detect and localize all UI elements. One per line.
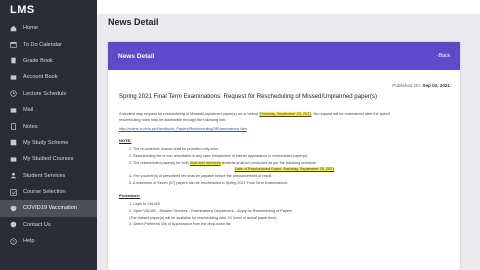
shield-icon bbox=[10, 205, 17, 212]
wallet-icon bbox=[10, 74, 17, 81]
sidebar-item-notes[interactable]: Notes bbox=[0, 118, 97, 134]
procedure-item-2: 2. Open VULMS→Student Services→Examinati… bbox=[129, 208, 292, 213]
deadline-highlight: Thursday, September 23, 2021 bbox=[259, 112, 312, 116]
note-item-5: 5. A maximum of Seven (07) papers can be… bbox=[129, 181, 288, 186]
sidebar-item-mail[interactable]: Mail bbox=[0, 102, 97, 118]
sidebar-item-label: To Do Calendar bbox=[23, 41, 62, 48]
sidebar-item-label: Mail bbox=[23, 107, 34, 114]
note-item-2: 2. Rescheduling fee is non-refundable in… bbox=[129, 153, 309, 158]
sidebar-nav: Home To Do Calendar Grade Book Account Book… bbox=[0, 20, 97, 249]
note-heading: NOTE: bbox=[119, 138, 132, 143]
sidebar-item-course-selection[interactable]: Course Selection bbox=[0, 184, 97, 200]
published-label: Published On: bbox=[392, 83, 422, 88]
top-header bbox=[97, 0, 480, 14]
sidebar-item-label: Help bbox=[23, 238, 35, 245]
sidebar-item-help[interactable]: ? Help bbox=[0, 233, 97, 249]
calendar-icon bbox=[10, 41, 17, 48]
sidebar-item-to-do-calendar[interactable]: To Do Calendar bbox=[0, 36, 97, 52]
sidebar-item-covid19-vaccination[interactable]: COVID19 Vaccination bbox=[0, 200, 97, 217]
procedure-item-1: 1. Login to VULMS bbox=[129, 201, 160, 206]
schedule-highlight: Date of Rescheduled Exam: Saturday, Sept… bbox=[234, 167, 335, 172]
book-icon bbox=[10, 57, 17, 64]
sidebar-item-label: Notes bbox=[23, 123, 38, 130]
app-logo[interactable]: LMS bbox=[0, 0, 97, 20]
schedule-row: Date of Rescheduled Exam: Saturday, Sept… bbox=[119, 166, 450, 173]
sidebar-item-home[interactable]: Home bbox=[0, 20, 97, 36]
sidebar-item-label: My Study Scheme bbox=[23, 139, 69, 146]
page-title: News Detail bbox=[108, 17, 159, 27]
card-body: Published On: Sep 03, 2021 Spring 2021 F… bbox=[108, 70, 460, 228]
sidebar: LMS Home To Do Calendar Grade Book Account … bbox=[0, 0, 97, 270]
sidebar-item-lecture-schedule[interactable]: Lecture Schedule bbox=[0, 86, 97, 102]
note-item-4: 4. Fee voucher(s) of prescribed fee shal… bbox=[129, 174, 273, 179]
sidebar-item-label: Student Services bbox=[23, 172, 66, 179]
sidebar-item-my-studied-courses[interactable]: My Studied Courses bbox=[0, 151, 97, 167]
sidebar-item-student-services[interactable]: Student Services bbox=[0, 168, 97, 184]
sidebar-item-grade-book[interactable]: Grade Book bbox=[0, 53, 97, 69]
note-item-1: 1. The re-schedule chance shall be provi… bbox=[129, 147, 220, 151]
local-overseas-highlight: local and overseas bbox=[189, 160, 221, 165]
note-icon bbox=[10, 123, 17, 130]
sidebar-item-label: Lecture Schedule bbox=[23, 90, 67, 97]
card-title: News Detail bbox=[118, 52, 155, 60]
sidebar-item-label: Home bbox=[23, 25, 38, 32]
sidebar-item-label: Account Book bbox=[23, 74, 58, 81]
published-value: Sep 03, 2021 bbox=[422, 83, 450, 88]
sidebar-item-label: My Studied Courses bbox=[23, 156, 74, 163]
notice-title: Spring 2021 Final Term Examinations: Req… bbox=[119, 93, 377, 100]
sidebar-item-contact-us[interactable]: Contact Us bbox=[0, 217, 97, 233]
phone-icon bbox=[10, 221, 17, 228]
help-icon: ? bbox=[10, 238, 17, 245]
rules-link[interactable]: http://vulms.vu.edu.pk/Handbook_Papers/R… bbox=[119, 127, 247, 131]
sidebar-item-label: Grade Book bbox=[23, 57, 53, 64]
back-link[interactable]: ‹Back bbox=[437, 53, 450, 59]
published-date: Published On: Sep 03, 2021 bbox=[119, 83, 450, 88]
home-icon bbox=[10, 25, 17, 32]
note-item-3: 3. The rescheduled paper(s) for both loc… bbox=[129, 160, 316, 165]
courses-icon bbox=[10, 156, 17, 163]
intro-text: A student may request for rescheduling o… bbox=[119, 112, 260, 116]
sidebar-item-my-study-scheme[interactable]: My Study Scheme bbox=[0, 135, 97, 151]
sidebar-item-label: Contact Us bbox=[23, 221, 51, 228]
sidebar-item-label: COVID19 Vaccination bbox=[23, 205, 77, 212]
users-icon bbox=[10, 172, 17, 179]
procedure-item-2-note: (The missed paper(s) will be available f… bbox=[129, 215, 277, 220]
sidebar-item-account-book[interactable]: Account Book bbox=[0, 69, 97, 85]
news-card: News Detail ‹Back Published On: Sep 03, … bbox=[108, 42, 460, 270]
sidebar-item-label: Course Selection bbox=[23, 189, 66, 196]
select-icon bbox=[10, 188, 17, 196]
intro-text-cont: . No request will be entertained after t… bbox=[311, 112, 390, 116]
clock-icon bbox=[10, 90, 17, 97]
procedure-heading: Procedure: bbox=[119, 192, 141, 198]
procedure-item-3: 3. Select Preferred City of Appearance f… bbox=[129, 222, 231, 227]
scheme-icon bbox=[10, 139, 17, 146]
card-header: News Detail ‹Back bbox=[108, 42, 460, 70]
svg-text:?: ? bbox=[12, 239, 15, 244]
mail-icon bbox=[10, 107, 17, 114]
rules-text: rescheduling rules may be accessible thr… bbox=[119, 118, 227, 122]
